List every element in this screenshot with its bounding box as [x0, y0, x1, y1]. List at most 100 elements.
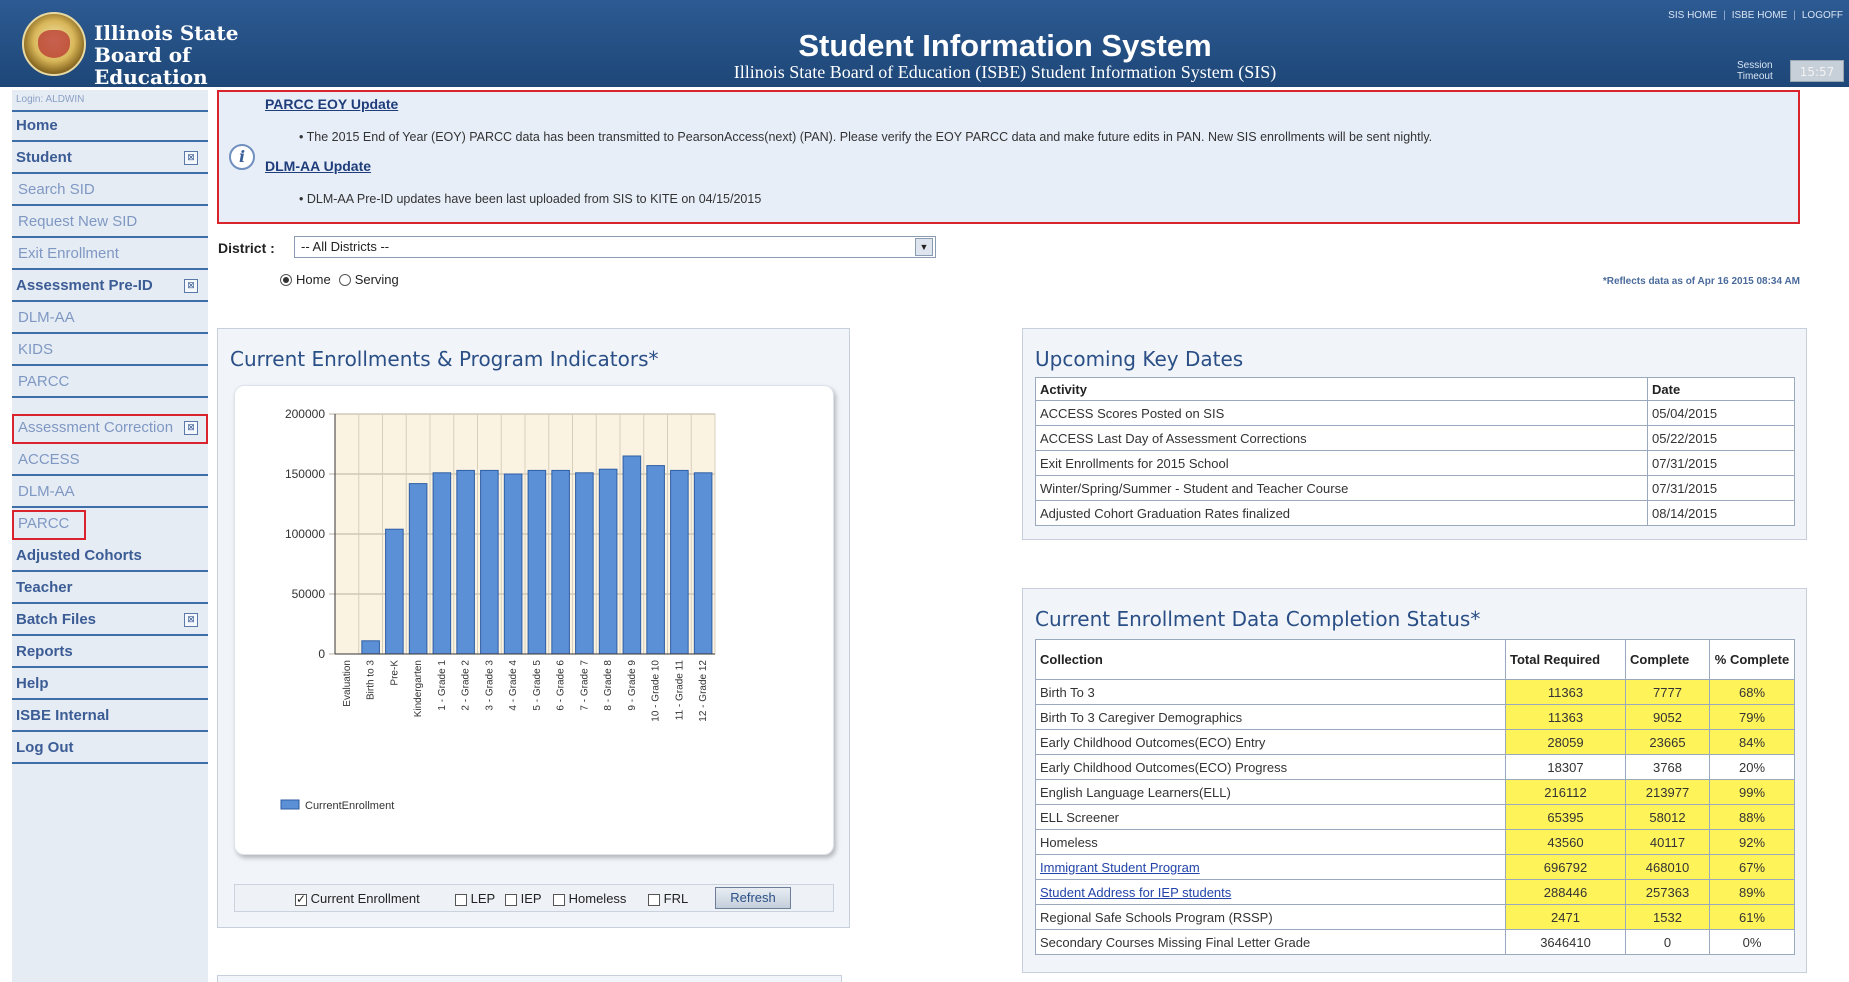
homeless-checkbox[interactable]: [553, 893, 565, 906]
sidebar-item-label: PARCC: [18, 515, 70, 532]
sidebar-item-adjusted-cohorts[interactable]: Adjusted Cohorts: [12, 542, 208, 572]
dropdown-arrow-icon[interactable]: ▼: [915, 238, 933, 256]
sidebar-item-kids[interactable]: KIDS: [12, 336, 208, 366]
frl-label: FRL: [663, 891, 689, 906]
table-row: Birth To 3 Caregiver Demographics 11363 90…: [1035, 704, 1795, 730]
sidebar-item-label: Assessment Correction: [18, 419, 174, 436]
bar-12-grade-12: [693, 472, 713, 655]
iep-checkbox[interactable]: [505, 893, 517, 906]
bar-10-grade-10: [646, 465, 665, 655]
table-row: Exit Enrollments for 2015 School 07/31/20…: [1035, 450, 1795, 476]
sidebar-item-log-out[interactable]: Log Out: [12, 734, 208, 764]
district-select[interactable]: -- All Districts -- ▼: [294, 236, 936, 258]
bar-7-grade-7: [575, 472, 594, 655]
frl-checkbox[interactable]: [648, 893, 660, 906]
sidebar-item-student[interactable]: Student ⊠: [12, 144, 208, 174]
complete-cell: 1532: [1625, 904, 1710, 930]
table-row: Adjusted Cohort Graduation Rates finaliz…: [1035, 500, 1795, 526]
radio-serving[interactable]: [338, 273, 351, 286]
lep-checkbox[interactable]: [455, 893, 467, 906]
percent-complete-cell: 67%: [1709, 854, 1795, 880]
table-row: ACCESS Last Day of Assessment Correction…: [1035, 425, 1795, 451]
dlm-aa-update-link[interactable]: DLM-AA Update: [265, 158, 371, 174]
data-as-of-note: *Reflects data as of Apr 16 2015 08:34 A…: [1602, 276, 1800, 287]
sidebar: Login: ALDWIN Home Student ⊠ Search SID R…: [12, 90, 208, 982]
x-tick-label: Pre-K: [389, 660, 400, 686]
sidebar-item-label: Log Out: [16, 739, 74, 756]
sidebar-item-isbe-internal[interactable]: ISBE Internal: [12, 702, 208, 732]
x-tick-label: 9 - Grade 9: [627, 660, 638, 711]
sis-home-link[interactable]: SIS HOME: [1668, 10, 1717, 21]
sidebar-item-assessment-pre-id[interactable]: Assessment Pre-ID ⊠: [12, 272, 208, 302]
y-tick-label: 100000: [285, 527, 325, 541]
complete-cell: 40117: [1625, 829, 1710, 855]
table-header-row: Collection Total Required Complete % Com…: [1035, 639, 1795, 680]
table-row: Early Childhood Outcomes(ECO) Entry 28059…: [1035, 729, 1795, 755]
activity-cell: Exit Enrollments for 2015 School: [1035, 450, 1648, 476]
isbe-home-link[interactable]: ISBE HOME: [1732, 10, 1788, 21]
x-tick-label: Evaluation: [342, 660, 353, 707]
session-timeout-value: 15:57: [1790, 60, 1844, 82]
table-header-row: Activity Date: [1035, 377, 1795, 401]
sidebar-item-help[interactable]: Help: [12, 670, 208, 700]
collapse-icon[interactable]: ⊠: [184, 151, 198, 165]
current-enrollment-label: Current Enrollment: [310, 891, 420, 906]
collapse-icon[interactable]: ⊠: [184, 613, 198, 627]
sidebar-item-reports[interactable]: Reports: [12, 638, 208, 668]
x-tick-label: 12 - Grade 12: [698, 660, 709, 722]
logoff-link[interactable]: LOGOFF: [1802, 10, 1843, 21]
sidebar-item-search-sid[interactable]: Search SID: [12, 176, 208, 206]
percent-complete-cell: 68%: [1709, 679, 1795, 705]
sidebar-item-label: DLM-AA: [18, 483, 75, 500]
key-dates-table: Activity Date ACCESS Scores Posted on SI…: [1035, 377, 1795, 526]
activity-cell: Winter/Spring/Summer - Student and Teach…: [1035, 475, 1648, 501]
sidebar-item-label: ISBE Internal: [16, 707, 110, 724]
link-separator: |: [1723, 10, 1726, 21]
column-header: Date: [1647, 377, 1795, 401]
complete-cell: 58012: [1625, 804, 1710, 830]
chart-container: 0 50000 100000 150000 200000 Evaluation Birth …: [234, 385, 834, 855]
sidebar-item-batch-files[interactable]: Batch Files ⊠: [12, 606, 208, 636]
key-dates-title: Upcoming Key Dates: [1035, 347, 1244, 371]
total-required-cell: 43560: [1505, 829, 1626, 855]
sidebar-item-parcc-correction[interactable]: PARCC: [12, 510, 86, 540]
sidebar-item-request-new-sid[interactable]: Request New SID: [12, 208, 208, 238]
parcc-eoy-update-text: • The 2015 End of Year (EOY) PARCC data …: [299, 130, 1433, 144]
key-dates-panel: Upcoming Key Dates Activity Date ACCESS …: [1022, 328, 1807, 540]
parcc-eoy-update-link[interactable]: PARCC EOY Update: [265, 96, 398, 112]
y-tick-label: 150000: [285, 467, 325, 481]
collection-cell[interactable]: Immigrant Student Program: [1035, 854, 1506, 880]
total-required-cell: 18307: [1505, 754, 1626, 780]
sidebar-item-parcc[interactable]: PARCC: [12, 368, 208, 398]
radio-home[interactable]: [280, 273, 292, 286]
sidebar-item-access[interactable]: ACCESS: [12, 446, 208, 476]
sidebar-item-assessment-correction[interactable]: Assessment Correction ⊠: [12, 414, 208, 444]
sidebar-item-label: Adjusted Cohorts: [16, 547, 142, 564]
sidebar-item-dlm-aa-correction[interactable]: DLM-AA: [12, 478, 208, 508]
collapse-icon[interactable]: ⊠: [184, 279, 198, 293]
sidebar-item-label: Batch Files: [16, 611, 97, 628]
collection-cell: Early Childhood Outcomes(ECO) Progress: [1035, 754, 1506, 780]
completion-status-panel: Current Enrollment Data Completion Statu…: [1022, 588, 1807, 973]
date-cell: 07/31/2015: [1647, 475, 1795, 501]
collapse-icon[interactable]: ⊠: [184, 421, 198, 435]
sidebar-item-dlm-aa[interactable]: DLM-AA: [12, 304, 208, 334]
sidebar-item-teacher[interactable]: Teacher: [12, 574, 208, 604]
collection-cell[interactable]: Student Address for IEP students: [1035, 879, 1506, 905]
collection-cell: ELL Screener: [1035, 804, 1506, 830]
complete-cell: 7777: [1625, 679, 1710, 705]
x-tick-label: 10 - Grade 10: [651, 660, 662, 722]
bar-6-grade-6: [551, 469, 570, 655]
sidebar-item-home[interactable]: Home: [12, 112, 208, 142]
total-required-cell: 11363: [1505, 679, 1626, 705]
collection-cell: Birth To 3 Caregiver Demographics: [1035, 704, 1506, 730]
refresh-button[interactable]: Refresh: [715, 887, 791, 909]
sidebar-item-exit-enrollment[interactable]: Exit Enrollment: [12, 240, 208, 270]
collection-link[interactable]: Immigrant Student Program: [1040, 860, 1200, 875]
collection-link[interactable]: Student Address for IEP students: [1040, 885, 1231, 900]
percent-complete-cell: 79%: [1709, 704, 1795, 730]
current-enrollment-checkbox[interactable]: [295, 892, 307, 906]
lep-label: LEP: [470, 891, 496, 906]
collection-cell: Birth To 3: [1035, 679, 1506, 705]
y-tick-label: 0: [318, 647, 325, 661]
